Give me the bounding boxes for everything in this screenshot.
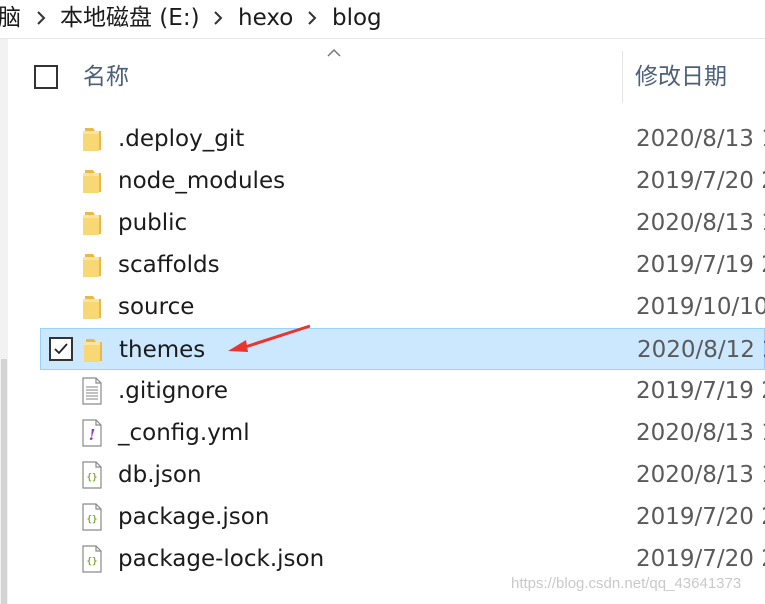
folder-icon <box>80 167 104 195</box>
json-file-icon: {} <box>80 545 104 573</box>
file-row-scaffolds[interactable]: scaffolds 2019/7/19 2 <box>40 244 765 286</box>
column-header-date-modified[interactable]: 修改日期 <box>635 63 727 91</box>
file-date-modified: 2019/7/19 2 <box>636 378 765 404</box>
folder-icon <box>80 209 104 237</box>
file-date-modified: 2019/7/20 2 <box>636 504 765 530</box>
file-name: scaffolds <box>118 252 220 278</box>
breadcrumb-item-computer[interactable]: 脑 <box>0 3 21 33</box>
chevron-right-icon[interactable] <box>213 9 223 27</box>
folder-icon <box>80 293 104 321</box>
folder-icon <box>80 251 104 279</box>
annotation-arrow-icon <box>228 324 311 352</box>
json-file-icon: {} <box>80 461 104 489</box>
file-row-gitignore[interactable]: .gitignore 2019/7/19 2 <box>40 370 765 412</box>
svg-text:{}: {} <box>87 557 98 567</box>
scrollbar-thumb[interactable] <box>1 359 7 604</box>
yml-file-icon: ! <box>80 419 104 447</box>
file-date-modified: 2019/7/20 2 <box>636 546 765 572</box>
file-row-public[interactable]: public 2020/8/13 1 <box>40 202 765 244</box>
file-row-package-json[interactable]: {} package.json 2019/7/20 2 <box>40 496 765 538</box>
column-header-name[interactable]: 名称 <box>83 63 129 91</box>
file-name: _config.yml <box>118 420 250 446</box>
file-date-modified: 2020/8/13 1 <box>636 462 765 488</box>
chevron-right-icon[interactable] <box>307 9 317 27</box>
file-row-config-yml[interactable]: ! _config.yml 2020/8/13 1 <box>40 412 765 454</box>
file-name: package-lock.json <box>118 546 325 572</box>
file-name: .deploy_git <box>118 126 245 152</box>
breadcrumb-item-hexo[interactable]: hexo <box>238 3 293 33</box>
text-file-icon <box>80 377 104 405</box>
file-row-node-modules[interactable]: node_modules 2019/7/20 2 <box>40 160 765 202</box>
file-row-source[interactable]: source 2019/10/10 <box>40 286 765 328</box>
file-name: package.json <box>118 504 270 530</box>
file-name: themes <box>119 337 206 363</box>
breadcrumb-item-blog[interactable]: blog <box>332 3 382 33</box>
file-date-modified: 2020/8/13 1 <box>636 420 765 446</box>
navigation-pane-scrollbar[interactable] <box>0 39 8 604</box>
file-row-themes[interactable]: themes 2020/8/12 2 <box>40 328 765 370</box>
address-bar[interactable]: 脑 本地磁盘 (E:) hexo blog <box>0 0 765 39</box>
json-file-icon: {} <box>80 503 104 531</box>
svg-text:{}: {} <box>87 515 98 525</box>
select-all-checkbox[interactable] <box>34 65 58 89</box>
folder-icon <box>80 125 104 153</box>
chevron-right-icon[interactable] <box>36 9 46 27</box>
file-name: .gitignore <box>118 378 229 404</box>
sort-ascending-icon <box>327 43 341 57</box>
file-date-modified: 2020/8/12 2 <box>637 337 765 363</box>
file-date-modified: 2020/8/13 1 <box>636 210 765 236</box>
file-row-db-json[interactable]: {} db.json 2020/8/13 1 <box>40 454 765 496</box>
folder-icon <box>81 336 105 364</box>
file-name: db.json <box>118 462 202 488</box>
row-checkbox-checked[interactable] <box>49 337 73 361</box>
watermark-text: https://blog.csdn.net/qq_43641373 <box>511 575 742 592</box>
file-name: public <box>118 210 188 236</box>
file-date-modified: 2019/7/20 2 <box>636 168 765 194</box>
file-row-deploy-git[interactable]: .deploy_git 2020/8/13 1 <box>40 118 765 160</box>
column-header-row: 名称 修改日期 <box>8 39 765 111</box>
file-name: node_modules <box>118 168 286 194</box>
svg-text:{}: {} <box>87 473 98 483</box>
breadcrumb-item-drive-e[interactable]: 本地磁盘 (E:) <box>60 3 200 33</box>
svg-text:!: ! <box>89 426 96 444</box>
file-date-modified: 2019/7/19 2 <box>636 252 765 278</box>
file-name: source <box>118 294 195 320</box>
column-divider[interactable] <box>622 51 623 103</box>
file-date-modified: 2020/8/13 1 <box>636 126 765 152</box>
file-date-modified: 2019/10/10 <box>636 294 765 320</box>
